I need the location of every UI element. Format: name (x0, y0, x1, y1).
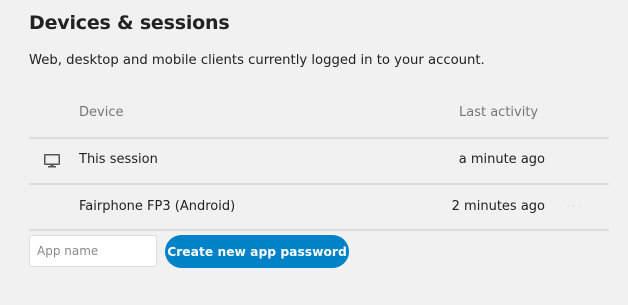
create-app-password-button[interactable]: Create new app password (165, 235, 349, 268)
column-header-device: Device (79, 105, 124, 120)
app-name-input[interactable] (29, 235, 157, 267)
session-device-name: Fairphone FP3 (Android) (79, 199, 236, 214)
column-header-last-activity: Last activity (459, 105, 539, 120)
table-divider (29, 183, 609, 185)
table-divider (29, 137, 609, 139)
session-device-name: This session (79, 152, 158, 167)
monitor-icon (44, 153, 60, 168)
section-description: Web, desktop and mobile clients currentl… (29, 53, 485, 68)
session-last-activity: 2 minutes ago (451, 199, 545, 214)
more-icon[interactable]: ··· (566, 199, 588, 215)
session-last-activity: a minute ago (458, 152, 545, 167)
section-title: Devices & sessions (29, 12, 230, 34)
table-divider (29, 229, 609, 231)
